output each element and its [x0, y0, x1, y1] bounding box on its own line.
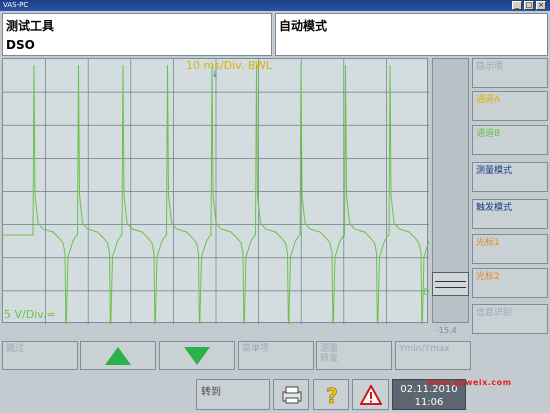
side-button-label: 触发模式: [476, 203, 513, 213]
side-button-label: 通道A: [476, 95, 501, 105]
time-text: 11:06: [414, 397, 444, 408]
voltage-scale-label: 5 V/Div.=: [4, 308, 56, 321]
print-button[interactable]: [273, 379, 309, 410]
down-button[interactable]: [159, 341, 235, 370]
side-button-label: 光标1: [476, 238, 500, 248]
side-button-label: 信息识别: [476, 308, 513, 318]
goto-label: 转到: [201, 387, 221, 398]
side-button-channel-a[interactable]: 通道A: [472, 91, 548, 121]
maximize-button[interactable]: □: [524, 1, 534, 10]
title-bar: VAS-PC _ □ ×: [0, 0, 550, 11]
menu-items-label: 菜单项: [242, 344, 270, 354]
page-title: 测试工具: [6, 19, 55, 33]
side-button-measure-mode[interactable]: 测量模式: [472, 162, 548, 192]
help-icon: ?: [326, 384, 338, 407]
side-button-channel-b[interactable]: 通道B: [472, 125, 548, 155]
vas-pc-window: VAS-PC _ □ × 测试工具 DSO 自动模式 10 ms/Div. BW…: [0, 0, 550, 413]
oscilloscope-display[interactable]: [2, 58, 429, 324]
up-button[interactable]: [80, 341, 156, 370]
goto-button[interactable]: 转到: [196, 379, 270, 410]
trigger-arrow-icon[interactable]: ↓: [211, 70, 219, 80]
printer-icon: [282, 386, 302, 404]
warning-icon: [360, 385, 382, 405]
down-arrow-icon: [184, 346, 210, 365]
ymin-ymax-button[interactable]: Ymin/Ymax: [395, 341, 471, 370]
measure-forward-label: 测量 转发: [320, 344, 339, 364]
scope-graph: [3, 59, 429, 324]
skip-button[interactable]: 跳过: [2, 341, 78, 370]
mode-header-panel: 自动模式: [275, 13, 548, 56]
menu-items-button[interactable]: 菜单项: [238, 341, 314, 370]
side-button-info[interactable]: 信息识别: [472, 304, 548, 334]
help-button[interactable]: ?: [313, 379, 349, 410]
up-arrow-icon: [105, 346, 131, 365]
warning-button[interactable]: [352, 379, 389, 410]
close-button[interactable]: ×: [536, 1, 546, 10]
mode-title: 自动模式: [279, 19, 328, 33]
skip-label: 跳过: [6, 344, 25, 354]
watermark-text: www.gzweix.com: [427, 378, 512, 387]
side-button-cursor-1[interactable]: 光标1: [472, 234, 548, 264]
side-button-trigger-mode[interactable]: 触发模式: [472, 199, 548, 229]
zero-level-marker: 0: [423, 287, 430, 298]
side-button-cursor-2[interactable]: 光标2: [472, 268, 548, 298]
side-button-label: 测量模式: [476, 166, 513, 176]
timebase-label: 10 ms/Div. BWL: [186, 59, 272, 72]
tool-header-panel: 测试工具 DSO: [2, 13, 272, 56]
side-button-label: 隐示项: [476, 62, 504, 72]
ymin-ymax-label: Ymin/Ymax: [399, 344, 450, 354]
measure-forward-button[interactable]: 测量 转发: [316, 341, 392, 370]
scrollbar-handle[interactable]: [432, 272, 469, 296]
svg-text:?: ?: [326, 384, 338, 407]
page-subtitle: DSO: [6, 38, 35, 52]
side-button-label: 光标2: [476, 272, 500, 282]
scroll-value: -15.4: [436, 326, 457, 335]
side-button-label: 通道B: [476, 129, 501, 139]
window-title: VAS-PC: [3, 1, 29, 9]
minimize-button[interactable]: _: [512, 1, 522, 10]
side-button-hidden-items[interactable]: 隐示项: [472, 58, 548, 88]
